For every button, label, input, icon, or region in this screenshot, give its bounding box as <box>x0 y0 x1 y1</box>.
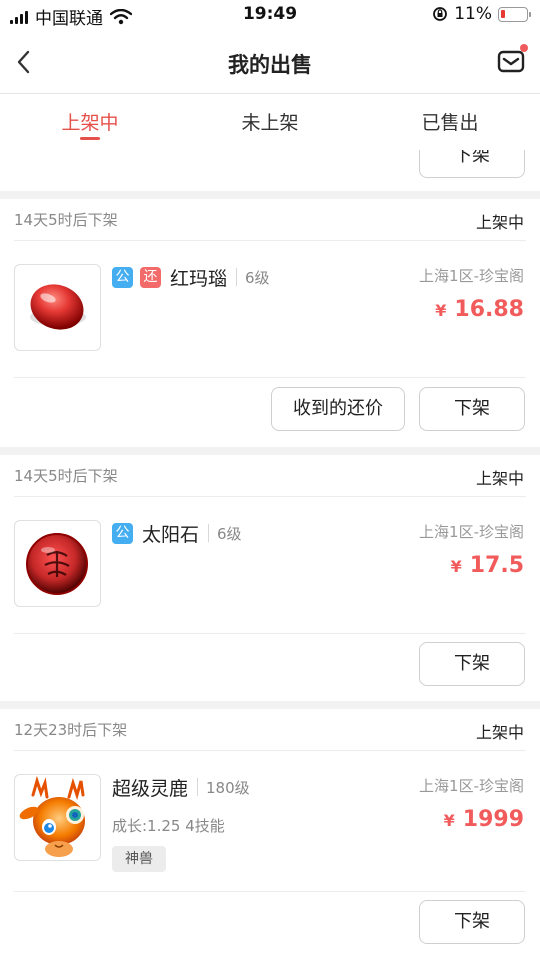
server-name: 上海1区-珍宝阁 <box>419 523 524 541</box>
listing-card: 12天23时后下架 上架中 超级灵鹿 180级 成长:1.25 4技能 神兽 上… <box>0 709 540 957</box>
item-name: 太阳石 <box>142 523 200 546</box>
price-value: 16.88 <box>454 297 524 322</box>
item-level: 6级 <box>217 524 242 543</box>
card-divider <box>14 377 526 378</box>
delist-timer: 12天23时后下架 <box>14 721 128 739</box>
card-header: 14天5时后下架 上架中 <box>14 199 526 241</box>
pet-type-tag: 神兽 <box>112 846 166 872</box>
item-level: 6级 <box>245 268 270 287</box>
listing-status: 上架中 <box>475 723 524 742</box>
counter-offer-badge: 还 <box>140 266 161 288</box>
item-level: 180级 <box>206 778 250 797</box>
view-counter-offers-button[interactable]: 收到的还价 <box>271 387 405 431</box>
item-title-row: 超级灵鹿 180级 <box>112 773 250 801</box>
currency-symbol: ¥ <box>443 811 455 830</box>
server-name: 上海1区-珍宝阁 <box>419 777 524 795</box>
item-name: 红玛瑙 <box>170 267 228 290</box>
card-gap <box>0 191 540 199</box>
listing-status: 上架中 <box>475 469 524 488</box>
public-badge: 公 <box>112 266 133 288</box>
tab-on-sale[interactable]: 上架中 <box>0 94 180 150</box>
card-header: 14天5时后下架 上架中 <box>14 455 526 497</box>
item-name: 超级灵鹿 <box>112 777 189 800</box>
listing-list[interactable]: 下架 14天5时后下架 上架中 公 还 红玛瑙 6级 上海1区-珍宝阁 ¥ 16… <box>0 150 540 960</box>
page-title: 我的出售 <box>228 53 312 77</box>
currency-symbol: ¥ <box>450 557 462 576</box>
item-title-row: 公 还 红玛瑙 6级 <box>112 263 270 291</box>
nav-bar: 我的出售 <box>0 30 540 94</box>
rotation-lock-icon <box>433 7 448 21</box>
red-agate-icon <box>30 284 86 330</box>
delist-button[interactable]: 下架 <box>419 900 525 944</box>
divider <box>236 268 238 286</box>
item-title-row: 公 太阳石 6级 <box>112 519 242 547</box>
pet-stats: 成长:1.25 4技能 <box>112 817 225 835</box>
active-tab-indicator <box>80 137 100 140</box>
tab-label: 上架中 <box>61 112 119 134</box>
deer-pet-icon <box>19 775 85 857</box>
battery-percent: 11% <box>454 4 492 24</box>
card-divider <box>14 891 526 892</box>
item-price: ¥16.88 <box>435 297 524 322</box>
tab-sold[interactable]: 已售出 <box>360 94 540 150</box>
sun-stone-icon <box>26 533 88 595</box>
divider <box>208 524 210 542</box>
card-gap <box>0 701 540 709</box>
item-price: ¥1999 <box>444 807 524 832</box>
tab-not-listed[interactable]: 未上架 <box>180 94 360 150</box>
currency-symbol: ¥ <box>435 301 447 320</box>
item-price: ¥17.5 <box>451 553 524 578</box>
listing-status: 上架中 <box>475 213 524 232</box>
status-right: 11% <box>432 4 531 24</box>
item-thumbnail[interactable] <box>14 774 101 861</box>
delist-timer: 14天5时后下架 <box>14 211 118 229</box>
card-gap <box>0 447 540 455</box>
delist-button[interactable]: 下架 <box>419 387 525 431</box>
status-bar: 中国联通 19:49 11% <box>0 0 540 30</box>
item-thumbnail[interactable] <box>14 520 101 607</box>
item-thumbnail[interactable] <box>14 264 101 351</box>
battery-icon <box>498 6 531 22</box>
listing-card: 14天5时后下架 上架中 公 还 红玛瑙 6级 上海1区-珍宝阁 ¥ 16.88… <box>0 199 540 447</box>
tab-bar: 上架中 未上架 已售出 <box>0 94 540 150</box>
card-header: 12天23时后下架 上架中 <box>14 709 526 751</box>
tab-label: 已售出 <box>421 112 479 134</box>
delist-timer: 14天5时后下架 <box>14 467 118 485</box>
server-name: 上海1区-珍宝阁 <box>419 267 524 285</box>
delist-button[interactable]: 下架 <box>419 150 525 178</box>
divider <box>197 778 199 796</box>
unread-dot <box>520 44 528 52</box>
tab-label: 未上架 <box>241 112 299 134</box>
price-value: 17.5 <box>469 553 524 578</box>
public-badge: 公 <box>112 522 133 544</box>
price-value: 1999 <box>462 807 524 832</box>
delist-button[interactable]: 下架 <box>419 642 525 686</box>
listing-card: 14天5时后下架 上架中 公 太阳石 6级 上海1区-珍宝阁 ¥ 17.5 下架 <box>0 455 540 703</box>
card-divider <box>14 633 526 634</box>
